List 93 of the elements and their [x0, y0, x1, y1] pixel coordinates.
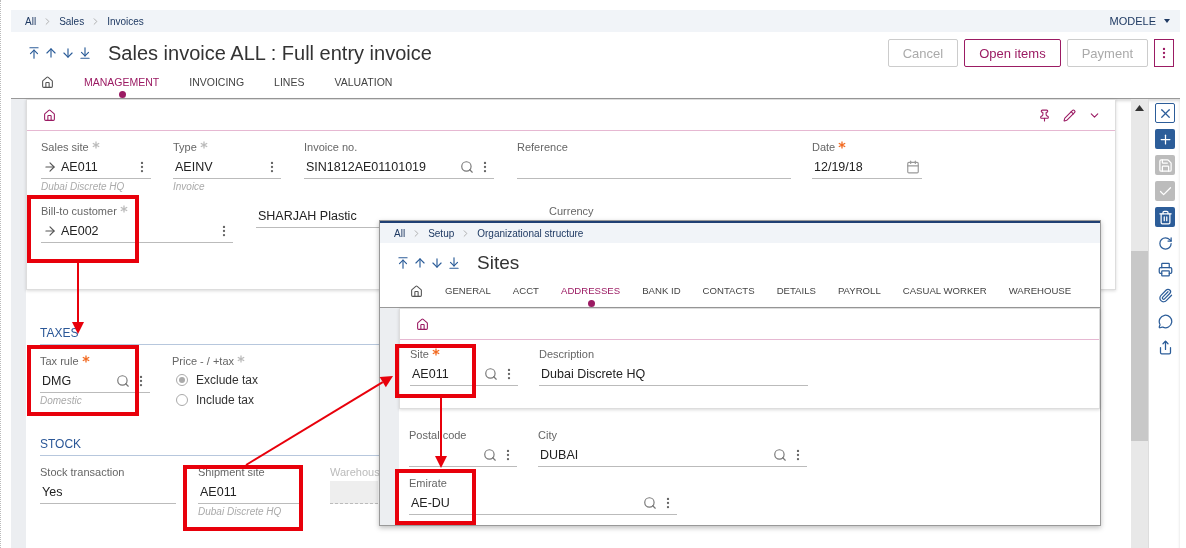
home-tab[interactable]: [410, 285, 423, 298]
input-field[interactable]: AE002: [41, 220, 233, 243]
scroll-thumb[interactable]: [1131, 251, 1148, 441]
tab[interactable]: ADDRESSES: [561, 283, 621, 307]
input-field[interactable]: AE011: [410, 363, 518, 386]
search-icon[interactable]: [643, 496, 657, 510]
tab[interactable]: CONTACTS: [702, 283, 755, 307]
input-field[interactable]: SIN1812AE01101019: [304, 156, 494, 179]
field-label: Site: [410, 348, 429, 360]
last-record-icon[interactable]: [78, 46, 92, 60]
plus-button[interactable]: [1155, 129, 1175, 149]
comment-icon: [1157, 313, 1173, 329]
field-hint: Invoice: [173, 181, 206, 192]
field-label: Type: [173, 141, 197, 153]
pin-icon[interactable]: [1038, 108, 1051, 122]
field-label: Date: [812, 141, 836, 153]
field-label: Description: [539, 348, 595, 360]
input-field[interactable]: AEINV: [173, 156, 281, 179]
page-title: Sales invoice ALL : Full entry invoice: [108, 41, 432, 65]
input-field[interactable]: AE-DU: [409, 492, 677, 515]
more-button[interactable]: [1154, 39, 1174, 67]
action-button[interactable]: Open items: [964, 39, 1061, 67]
scrollbar[interactable]: [1131, 99, 1148, 548]
tab[interactable]: PAYROLL: [837, 283, 881, 307]
caret-icon: [1164, 19, 1170, 23]
printer-icon: [1157, 261, 1173, 277]
input-field[interactable]: Dubai Discrete HQ: [539, 363, 808, 386]
search-icon[interactable]: [460, 160, 474, 174]
field-label: Emirate: [409, 477, 447, 489]
paperclip-icon: [1157, 287, 1173, 303]
refresh-icon: [1157, 235, 1173, 251]
field-hint: Dubai Discrete HQ: [41, 181, 126, 192]
plus-icon: [1157, 131, 1173, 147]
next-record-icon[interactable]: [430, 256, 444, 270]
tab[interactable]: WAREHOUSE: [1008, 283, 1072, 307]
tab[interactable]: LINES: [274, 74, 305, 98]
trash-button[interactable]: [1155, 207, 1175, 227]
field-label: Shipment site: [198, 466, 265, 478]
field-label: Currency: [549, 205, 594, 217]
field-hint: Domestic: [40, 395, 83, 406]
last-record-icon[interactable]: [447, 256, 461, 270]
tab[interactable]: CASUAL WORKER: [902, 283, 987, 307]
input-field[interactable]: AE011: [198, 481, 302, 504]
tab[interactable]: MANAGEMENT: [84, 74, 160, 98]
search-icon[interactable]: [773, 448, 787, 462]
user-menu[interactable]: MODELE: [1109, 15, 1170, 27]
home-icon[interactable]: [43, 108, 56, 122]
field-label: Bill-to customer: [41, 205, 117, 217]
tab[interactable]: ACCT: [512, 283, 539, 307]
field-label: Sales site: [41, 141, 89, 153]
input-field[interactable]: DMG: [40, 370, 150, 393]
search-icon[interactable]: [116, 374, 130, 388]
trash-icon: [1157, 209, 1173, 225]
home-icon[interactable]: [416, 317, 429, 331]
breadcrumb-link[interactable]: Organizational structure: [477, 227, 584, 239]
field-label: Reference: [517, 141, 568, 153]
tab[interactable]: GENERAL: [445, 283, 491, 307]
window-title: Sites: [477, 252, 520, 274]
calendar-icon[interactable]: [906, 160, 920, 174]
breadcrumb-link[interactable]: All: [394, 227, 406, 239]
first-record-icon[interactable]: [27, 46, 41, 60]
breadcrumb-link[interactable]: Setup: [428, 227, 455, 239]
tab[interactable]: VALUATION: [334, 74, 393, 98]
tab[interactable]: DETAILS: [776, 283, 816, 307]
field-label: Warehous: [330, 466, 380, 478]
pencil-icon[interactable]: [1063, 108, 1076, 122]
scroll-up-icon[interactable]: [1135, 105, 1144, 111]
breadcrumb-link[interactable]: Invoices: [107, 15, 144, 27]
search-icon[interactable]: [484, 367, 498, 381]
field-label: Invoice no.: [304, 141, 358, 153]
tab[interactable]: BANK ID: [642, 283, 681, 307]
previous-record-icon[interactable]: [413, 256, 427, 270]
radio-option[interactable]: Exclude tax: [176, 370, 342, 390]
save-icon: [1157, 157, 1173, 173]
first-record-icon[interactable]: [396, 256, 410, 270]
field-label: Stock transaction: [40, 466, 125, 478]
breadcrumb-link[interactable]: All: [25, 15, 37, 27]
breadcrumb-link[interactable]: Sales: [59, 15, 85, 27]
close-button[interactable]: [1155, 103, 1175, 123]
next-record-icon[interactable]: [61, 46, 75, 60]
tab[interactable]: INVOICING: [189, 74, 245, 98]
field-label: Tax rule: [40, 355, 79, 367]
radio-option[interactable]: Include tax: [176, 390, 342, 410]
field-label: Price - / +tax: [172, 355, 235, 367]
input-field[interactable]: DUBAI: [538, 444, 807, 467]
field-hint: Dubai Discrete HQ: [198, 506, 283, 517]
search-icon[interactable]: [483, 448, 497, 462]
home-tab[interactable]: [41, 76, 54, 89]
input-field[interactable]: AE011: [41, 156, 151, 179]
input-field[interactable]: Yes: [40, 481, 176, 504]
input-field[interactable]: 12/19/18: [812, 156, 922, 179]
previous-record-icon[interactable]: [44, 46, 58, 60]
share-icon: [1157, 339, 1173, 355]
